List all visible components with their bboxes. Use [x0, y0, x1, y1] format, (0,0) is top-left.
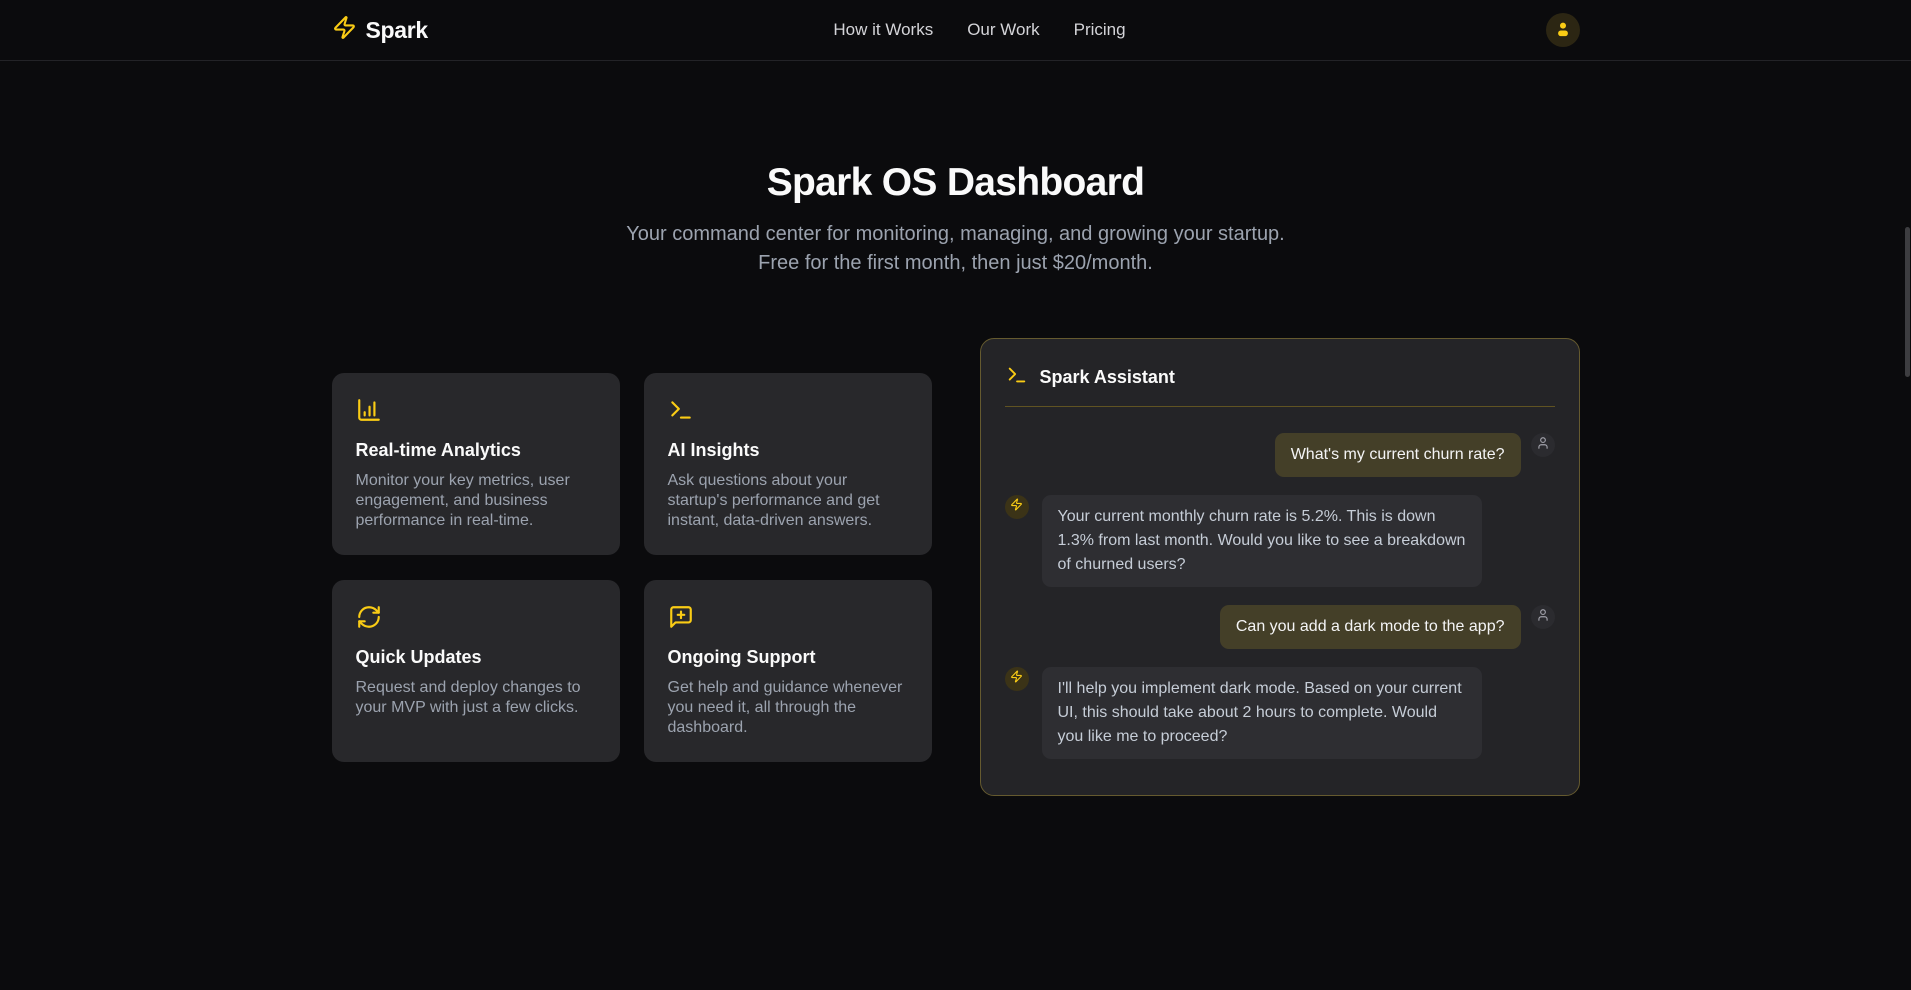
- feature-card-quick-updates: Quick Updates Request and deploy changes…: [332, 580, 620, 762]
- chat-message-assistant: Your current monthly churn rate is 5.2%.…: [1005, 495, 1555, 587]
- feature-description: Ask questions about your startup's perfo…: [668, 471, 908, 531]
- feature-description: Monitor your key metrics, user engagemen…: [356, 471, 596, 531]
- zap-icon: [1010, 498, 1023, 516]
- brand-logo[interactable]: Spark: [332, 15, 428, 45]
- assistant-panel-title: Spark Assistant: [1040, 367, 1175, 388]
- brand-name: Spark: [366, 17, 428, 44]
- zap-icon: [332, 15, 357, 45]
- bar-chart-icon: [356, 397, 596, 423]
- main-content: Spark OS Dashboard Your command center f…: [332, 61, 1580, 796]
- spark-assistant-panel: Spark Assistant What's my current churn …: [980, 338, 1580, 796]
- terminal-icon: [668, 397, 908, 423]
- assistant-message-bubble: Your current monthly churn rate is 5.2%.…: [1042, 495, 1482, 587]
- user-icon: [1536, 436, 1550, 455]
- panel-divider: [1005, 406, 1555, 407]
- user-avatar: [1531, 605, 1555, 629]
- feature-title: Ongoing Support: [668, 647, 908, 668]
- assistant-avatar: [1005, 667, 1029, 691]
- user-avatar: [1531, 433, 1555, 457]
- feature-card-ai-insights: AI Insights Ask questions about your sta…: [644, 373, 932, 555]
- features-grid: Real-time Analytics Monitor your key met…: [332, 373, 932, 762]
- main-nav: How it Works Our Work Pricing: [833, 20, 1125, 40]
- feature-description: Get help and guidance whenever you need …: [668, 678, 908, 738]
- feature-description: Request and deploy changes to your MVP w…: [356, 678, 596, 718]
- assistant-avatar: [1005, 495, 1029, 519]
- site-header: Spark How it Works Our Work Pricing: [0, 0, 1911, 61]
- refresh-icon: [356, 604, 596, 630]
- nav-link-how-it-works[interactable]: How it Works: [833, 20, 933, 40]
- assistant-panel-header: Spark Assistant: [1005, 364, 1555, 391]
- user-message-bubble: What's my current churn rate?: [1275, 433, 1521, 477]
- page-title: Spark OS Dashboard: [332, 160, 1580, 206]
- user-icon: [1554, 20, 1572, 41]
- zap-icon: [1010, 670, 1023, 688]
- hero-subtitle: Your command center for monitoring, mana…: [606, 220, 1306, 278]
- feature-card-realtime-analytics: Real-time Analytics Monitor your key met…: [332, 373, 620, 555]
- page-scrollbar-thumb[interactable]: [1905, 227, 1910, 377]
- assistant-message-bubble: I'll help you implement dark mode. Based…: [1042, 667, 1482, 759]
- account-avatar-button[interactable]: [1546, 13, 1580, 47]
- terminal-icon: [1006, 364, 1028, 391]
- nav-link-our-work[interactable]: Our Work: [967, 20, 1039, 40]
- user-icon: [1536, 608, 1550, 627]
- user-message-bubble: Can you add a dark mode to the app?: [1220, 605, 1521, 649]
- nav-link-pricing[interactable]: Pricing: [1074, 20, 1126, 40]
- message-square-plus-icon: [668, 604, 908, 630]
- chat-message-user: Can you add a dark mode to the app?: [1005, 605, 1555, 649]
- feature-card-ongoing-support: Ongoing Support Get help and guidance wh…: [644, 580, 932, 762]
- chat-message-user: What's my current churn rate?: [1005, 433, 1555, 477]
- chat-message-assistant: I'll help you implement dark mode. Based…: [1005, 667, 1555, 759]
- feature-title: Quick Updates: [356, 647, 596, 668]
- chat-messages: What's my current churn rate? Your curre…: [1005, 433, 1555, 759]
- feature-title: AI Insights: [668, 440, 908, 461]
- feature-title: Real-time Analytics: [356, 440, 596, 461]
- content-grid: Real-time Analytics Monitor your key met…: [332, 338, 1580, 796]
- hero-section: Spark OS Dashboard Your command center f…: [332, 61, 1580, 278]
